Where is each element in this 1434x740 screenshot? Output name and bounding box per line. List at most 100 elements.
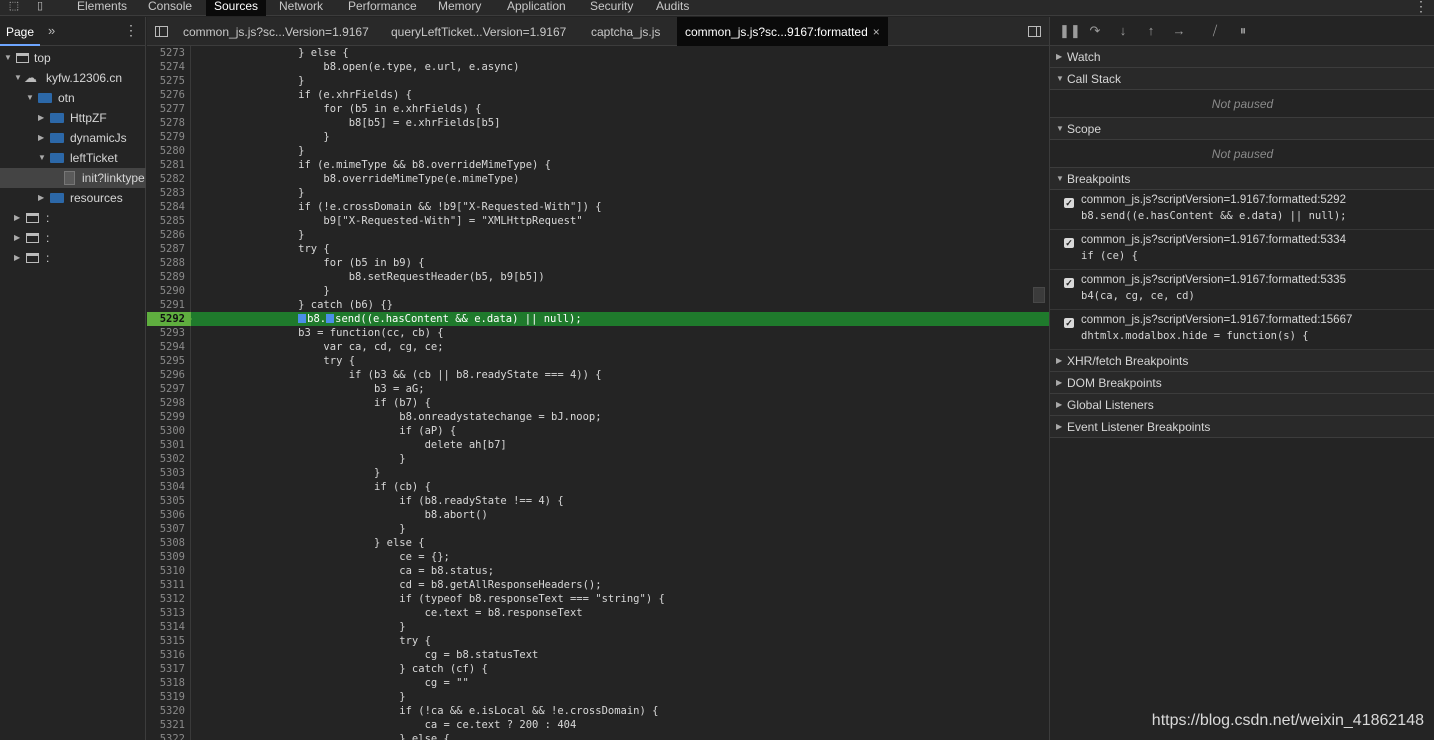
line-number[interactable]: 5306 bbox=[147, 508, 185, 522]
line-number[interactable]: 5290 bbox=[147, 284, 185, 298]
editor-tab[interactable]: common_js.js?sc...Version=1.9167 bbox=[175, 17, 377, 46]
breakpoint-checkbox[interactable]: ✓ bbox=[1064, 278, 1074, 288]
code-line[interactable]: 5305 if (b8.readyState !== 4) { bbox=[147, 494, 1049, 508]
line-number[interactable]: 5309 bbox=[147, 550, 185, 564]
expanded-arrow-icon[interactable]: ▼ bbox=[26, 88, 36, 108]
editor-tab-active[interactable]: common_js.js?sc...9167:formatted × bbox=[677, 17, 888, 46]
code-line[interactable]: 5298 if (b7) { bbox=[147, 396, 1049, 410]
toggle-debugger-icon[interactable] bbox=[1028, 26, 1041, 37]
line-number[interactable]: 5318 bbox=[147, 676, 185, 690]
section-call-stack[interactable]: ▼ Call Stack bbox=[1050, 68, 1434, 90]
collapsed-arrow-icon[interactable]: ▶ bbox=[38, 108, 48, 128]
tree-node-frame[interactable]: ▶ : bbox=[0, 228, 146, 248]
code-line[interactable]: 5277 for (b5 in e.xhrFields) { bbox=[147, 102, 1049, 116]
device-toolbar-icon[interactable]: ▯ bbox=[32, 0, 48, 15]
code-line[interactable]: 5315 try { bbox=[147, 634, 1049, 648]
line-number[interactable]: 5316 bbox=[147, 648, 185, 662]
close-tab-icon[interactable]: × bbox=[873, 25, 880, 39]
navigator-menu-icon[interactable]: ⋮ bbox=[124, 22, 138, 39]
code-line[interactable]: 5286 } bbox=[147, 228, 1049, 242]
collapsed-arrow-icon[interactable]: ▶ bbox=[38, 128, 48, 148]
collapsed-arrow-icon[interactable]: ▶ bbox=[38, 188, 48, 208]
code-line[interactable]: 5310 ca = b8.status; bbox=[147, 564, 1049, 578]
section-watch[interactable]: ▶ Watch bbox=[1050, 46, 1434, 68]
code-line[interactable]: 5302 } bbox=[147, 452, 1049, 466]
line-number[interactable]: 5303 bbox=[147, 466, 185, 480]
line-number[interactable]: 5322 bbox=[147, 732, 185, 740]
code-line[interactable]: 5288 for (b5 in b9) { bbox=[147, 256, 1049, 270]
code-line[interactable]: 5316 cg = b8.statusText bbox=[147, 648, 1049, 662]
line-number[interactable]: 5302 bbox=[147, 452, 185, 466]
line-number[interactable]: 5305 bbox=[147, 494, 185, 508]
step-out-icon[interactable]: ↑ bbox=[1143, 23, 1159, 39]
breakpoint-item[interactable]: ✓ common_js.js?scriptVersion=1.9167:form… bbox=[1050, 310, 1434, 350]
expanded-arrow-icon[interactable]: ▼ bbox=[4, 48, 14, 68]
tab-console[interactable]: Console bbox=[140, 0, 200, 16]
code-line[interactable]: 5283 } bbox=[147, 186, 1049, 200]
more-tabs-icon[interactable]: » bbox=[48, 23, 55, 38]
code-line[interactable]: 5307 } bbox=[147, 522, 1049, 536]
line-number[interactable]: 5293 bbox=[147, 326, 185, 340]
line-number[interactable]: 5312 bbox=[147, 592, 185, 606]
tab-security[interactable]: Security bbox=[582, 0, 641, 16]
line-number[interactable]: 5321 bbox=[147, 718, 185, 732]
code-line[interactable]: 5306 b8.abort() bbox=[147, 508, 1049, 522]
code-line[interactable]: 5322 } else { bbox=[147, 732, 1049, 740]
line-number[interactable]: 5311 bbox=[147, 578, 185, 592]
breakpoint-item[interactable]: ✓ common_js.js?scriptVersion=1.9167:form… bbox=[1050, 230, 1434, 270]
line-number[interactable]: 5278 bbox=[147, 116, 185, 130]
code-line[interactable]: 5278 b8[b5] = e.xhrFields[b5] bbox=[147, 116, 1049, 130]
section-scope[interactable]: ▼ Scope bbox=[1050, 118, 1434, 140]
deactivate-breakpoints-icon[interactable]: ⧸ bbox=[1207, 23, 1223, 39]
code-line[interactable]: 5314 } bbox=[147, 620, 1049, 634]
line-number[interactable]: 5291 bbox=[147, 298, 185, 312]
line-number[interactable]: 5310 bbox=[147, 564, 185, 578]
section-dom-breakpoints[interactable]: ▶ DOM Breakpoints bbox=[1050, 372, 1434, 394]
code-line[interactable]: 5297 b3 = aG; bbox=[147, 382, 1049, 396]
breakpoint-checkbox[interactable]: ✓ bbox=[1064, 238, 1074, 248]
editor-tab[interactable]: queryLeftTicket...Version=1.9167 bbox=[383, 17, 574, 46]
breakpoint-checkbox[interactable]: ✓ bbox=[1064, 318, 1074, 328]
code-line[interactable]: 5287 try { bbox=[147, 242, 1049, 256]
tree-node-domain[interactable]: ▼ ☁ kyfw.12306.cn bbox=[0, 68, 146, 88]
line-number[interactable]: 5276 bbox=[147, 88, 185, 102]
step-over-icon[interactable]: ↷ bbox=[1087, 23, 1103, 39]
line-number[interactable]: 5307 bbox=[147, 522, 185, 536]
line-number[interactable]: 5301 bbox=[147, 438, 185, 452]
code-line[interactable]: 5321 ca = ce.text ? 200 : 404 bbox=[147, 718, 1049, 732]
line-number[interactable]: 5273 bbox=[147, 46, 185, 60]
toggle-navigator-icon[interactable] bbox=[155, 26, 168, 37]
pause-resume-icon[interactable]: ❚❚ bbox=[1059, 23, 1081, 39]
line-number[interactable]: 5280 bbox=[147, 144, 185, 158]
line-number[interactable]: 5304 bbox=[147, 480, 185, 494]
line-number[interactable]: 5274 bbox=[147, 60, 185, 74]
line-number[interactable]: 5294 bbox=[147, 340, 185, 354]
code-line[interactable]: 5308 } else { bbox=[147, 536, 1049, 550]
inline-breakpoint-icon[interactable] bbox=[298, 314, 307, 323]
tree-node-leftticket[interactable]: ▼ leftTicket bbox=[0, 148, 146, 168]
tree-node-frame[interactable]: ▶ : bbox=[0, 208, 146, 228]
tab-audits[interactable]: Audits bbox=[648, 0, 697, 16]
code-line[interactable]: 5320 if (!ca && e.isLocal && !e.crossDom… bbox=[147, 704, 1049, 718]
code-line[interactable]: 5295 try { bbox=[147, 354, 1049, 368]
tab-sources[interactable]: Sources bbox=[206, 0, 267, 16]
line-number[interactable]: 5289 bbox=[147, 270, 185, 284]
code-line[interactable]: 5291 } catch (b6) {} bbox=[147, 298, 1049, 312]
line-number[interactable]: 5296 bbox=[147, 368, 185, 382]
code-line[interactable]: 5312 if (typeof b8.responseText === "str… bbox=[147, 592, 1049, 606]
line-number[interactable]: 5275 bbox=[147, 74, 185, 88]
line-number[interactable]: 5282 bbox=[147, 172, 185, 186]
code-line[interactable]: 5294 var ca, cd, cg, ce; bbox=[147, 340, 1049, 354]
line-number[interactable]: 5314 bbox=[147, 620, 185, 634]
expanded-arrow-icon[interactable]: ▼ bbox=[14, 68, 24, 88]
line-number[interactable]: 5298 bbox=[147, 396, 185, 410]
tree-node-otn[interactable]: ▼ otn bbox=[0, 88, 146, 108]
line-number[interactable]: 5288 bbox=[147, 256, 185, 270]
line-number[interactable]: 5281 bbox=[147, 158, 185, 172]
code-view[interactable]: 5273 } else {5274 b8.open(e.type, e.url,… bbox=[147, 46, 1049, 740]
code-line[interactable]: 5311 cd = b8.getAllResponseHeaders(); bbox=[147, 578, 1049, 592]
code-line[interactable]: 5309 ce = {}; bbox=[147, 550, 1049, 564]
breakpoint-item[interactable]: ✓ common_js.js?scriptVersion=1.9167:form… bbox=[1050, 270, 1434, 310]
code-line[interactable]: 5319 } bbox=[147, 690, 1049, 704]
breakpoint-marker-icon[interactable] bbox=[187, 314, 192, 324]
